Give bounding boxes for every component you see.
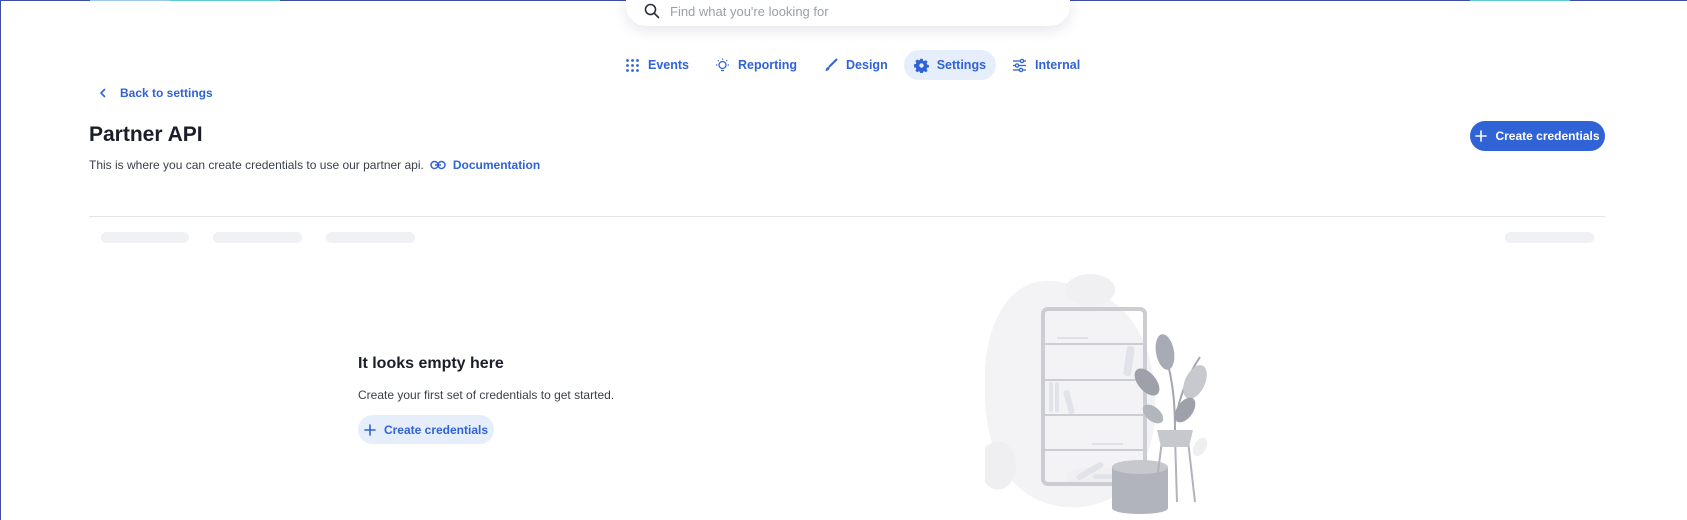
create-credentials-label: Create credentials <box>1495 129 1600 143</box>
nav-item-label: Internal <box>1035 58 1081 72</box>
nav-item-design[interactable]: Design <box>813 50 898 80</box>
empty-state-description: Create your first set of credentials to … <box>358 388 615 402</box>
documentation-link-label: Documentation <box>452 158 541 172</box>
empty-state-create-button[interactable]: Create credentials <box>358 415 494 444</box>
search-icon <box>644 3 660 19</box>
window-left-border <box>0 0 1 520</box>
create-credentials-button[interactable]: Create credentials <box>1470 121 1605 151</box>
gear-icon <box>913 58 929 73</box>
nav-item-label: Design <box>846 58 888 72</box>
main-nav: Events Reporting Design Settings Interna… <box>615 50 1090 80</box>
documentation-link[interactable]: Documentation <box>430 158 540 172</box>
back-link-label: Back to settings <box>120 86 213 100</box>
lightbulb-icon <box>716 58 729 71</box>
nav-item-reporting[interactable]: Reporting <box>705 50 807 80</box>
nav-item-settings[interactable]: Settings <box>903 50 997 80</box>
brush-icon <box>825 58 838 71</box>
search-placeholder: Find what you're looking for <box>670 3 829 19</box>
nav-item-label: Events <box>648 58 689 72</box>
empty-state-title: It looks empty here <box>358 355 504 372</box>
grid-icon <box>626 58 639 72</box>
back-to-settings-link[interactable]: Back to settings <box>98 86 213 100</box>
empty-shelf-illustration <box>985 274 1208 514</box>
nav-item-label: Settings <box>936 58 987 72</box>
page-description: This is where you can create credentials… <box>89 158 540 172</box>
search-input[interactable]: Find what you're looking for <box>626 0 1070 26</box>
plus-icon <box>1475 130 1488 142</box>
sliders-icon <box>1013 58 1027 72</box>
skeleton-placeholder <box>326 232 415 243</box>
page-title: Partner API <box>89 123 203 146</box>
header-divider <box>89 216 1605 217</box>
skeleton-placeholder <box>213 232 302 243</box>
nav-item-internal[interactable]: Internal <box>1002 50 1090 80</box>
plus-icon <box>364 423 376 436</box>
skeleton-placeholder <box>101 232 189 243</box>
skeleton-placeholder <box>1505 232 1594 243</box>
description-text: This is where you can create credentials… <box>89 158 424 172</box>
nav-item-label: Reporting <box>738 58 798 72</box>
nav-item-events[interactable]: Events <box>615 50 699 80</box>
empty-state-button-label: Create credentials <box>383 422 489 437</box>
link-icon <box>430 160 446 170</box>
chevron-left-icon <box>100 88 106 98</box>
